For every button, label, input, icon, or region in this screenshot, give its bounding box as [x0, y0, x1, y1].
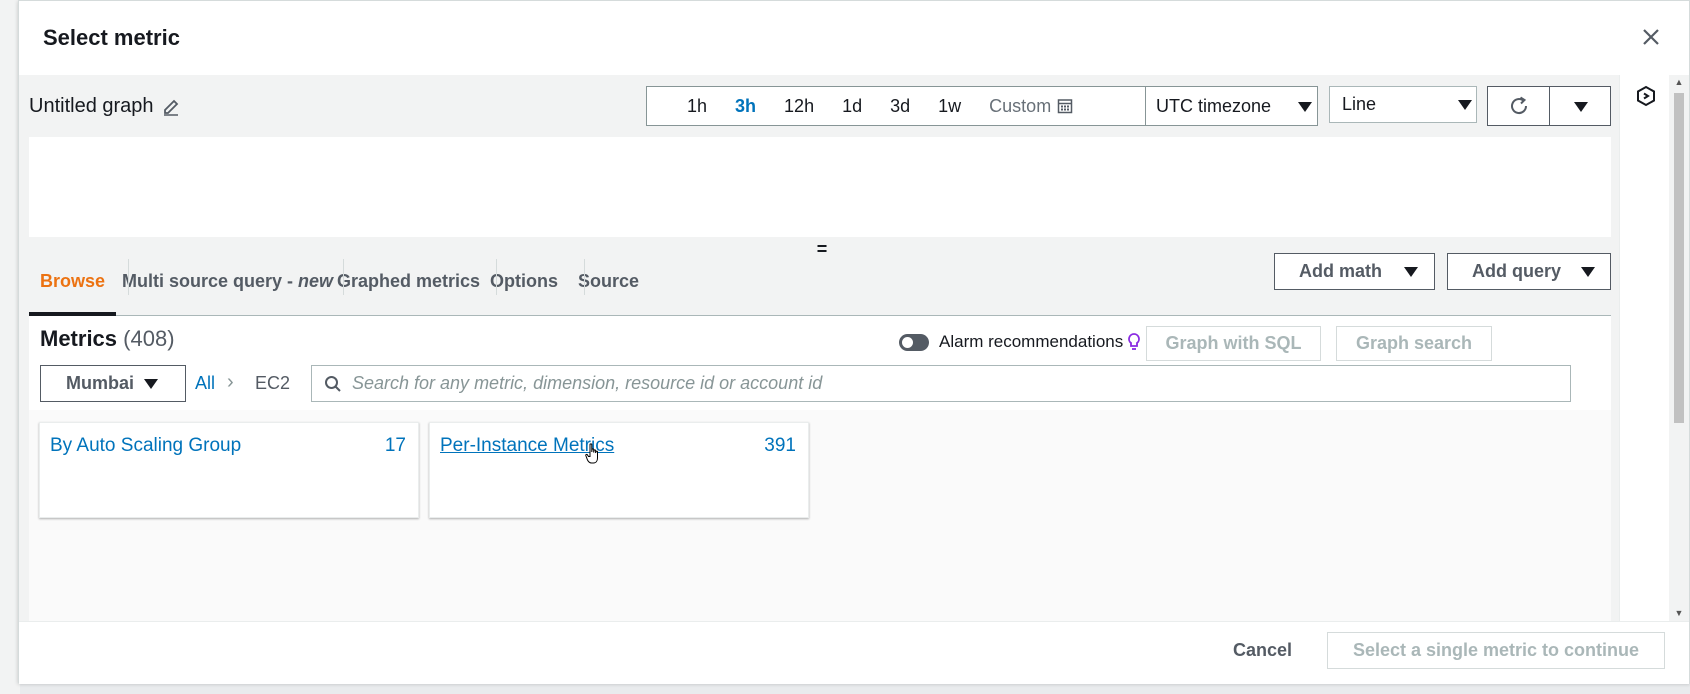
pencil-icon[interactable]	[162, 98, 180, 116]
chart-type-value: Line	[1342, 94, 1377, 114]
graph-title-text: Untitled graph	[29, 95, 154, 117]
tab-browse[interactable]: Browse	[40, 271, 105, 292]
dialog-header: Select metric	[19, 1, 1689, 75]
chevron-down-icon	[144, 379, 158, 389]
add-query-label: Add query	[1472, 261, 1562, 281]
tab-new-badge: new	[298, 271, 334, 291]
continue-button[interactable]: Select a single metric to continue	[1327, 632, 1665, 669]
refresh-button[interactable]	[1487, 86, 1551, 126]
tab-options[interactable]: Options	[490, 271, 558, 292]
metrics-panel: Metrics (408) Alarm recommendations Grap…	[29, 316, 1611, 621]
dialog-title: Select metric	[43, 25, 180, 50]
tab-graphed-metrics[interactable]: Graphed metrics	[337, 271, 480, 292]
region-select[interactable]: Mumbai	[40, 365, 186, 402]
chevron-down-icon	[1458, 100, 1472, 110]
select-metric-dialog: Select metric Untitled graph 1h 3h 12h 1…	[18, 0, 1690, 684]
tab-divider	[584, 259, 585, 295]
card-count: 17	[384, 435, 406, 456]
graph-with-sql-label: Graph with SQL	[1165, 333, 1302, 353]
refresh-icon	[1511, 96, 1528, 115]
refresh-options-button[interactable]	[1549, 86, 1611, 126]
range-1d[interactable]: 1d	[828, 96, 876, 117]
timezone-value: UTC timezone	[1156, 95, 1272, 116]
search-input[interactable]	[352, 373, 1552, 394]
dialog-scrollbar[interactable]: ▲ ▼	[1669, 75, 1689, 621]
time-range-selector: 1h 3h 12h 1d 3d 1w Custom	[646, 86, 1146, 126]
card-count: 391	[764, 435, 796, 456]
close-button[interactable]	[1637, 23, 1665, 51]
tab-multi-source-query[interactable]: Multi source query - new	[122, 271, 333, 292]
range-custom[interactable]: Custom	[975, 96, 1087, 117]
custom-label: Custom	[989, 95, 1052, 116]
calendar-icon	[1057, 99, 1073, 114]
info-hexagon-icon[interactable]	[1635, 85, 1657, 107]
add-query-button[interactable]: Add query	[1447, 253, 1611, 290]
namespace-card[interactable]: By Auto Scaling Group 17	[39, 422, 419, 518]
tab-source[interactable]: Source	[578, 271, 639, 292]
close-icon	[1643, 29, 1659, 45]
chevron-down-icon	[1404, 267, 1418, 277]
range-1w[interactable]: 1w	[924, 96, 975, 117]
range-3h[interactable]: 3h	[721, 96, 770, 117]
chevron-down-icon	[1574, 102, 1588, 112]
dialog-footer: Cancel Select a single metric to continu…	[19, 621, 1689, 684]
alarm-recommendations-toggle[interactable]	[899, 334, 929, 351]
lightbulb-icon[interactable]	[1127, 332, 1141, 352]
breadcrumb-all[interactable]: All	[195, 373, 215, 394]
page-backdrop	[0, 0, 20, 694]
chevron-right-icon: ›	[227, 371, 234, 393]
metrics-title: Metrics	[40, 326, 118, 351]
toggle-knob	[902, 337, 913, 348]
metric-search	[311, 365, 1571, 402]
graph-search-label: Graph search	[1355, 333, 1473, 353]
scroll-down-icon[interactable]: ▼	[1674, 608, 1684, 618]
scroll-up-icon[interactable]: ▲	[1674, 77, 1684, 87]
range-1h[interactable]: 1h	[673, 96, 721, 117]
graph-search-button[interactable]: Graph search	[1336, 326, 1492, 361]
chevron-down-icon	[1298, 102, 1312, 112]
search-icon	[325, 375, 341, 392]
continue-label: Select a single metric to continue	[1352, 640, 1640, 660]
region-value: Mumbai	[66, 373, 135, 393]
graph-with-sql-button[interactable]: Graph with SQL	[1146, 326, 1321, 361]
range-3d[interactable]: 3d	[876, 96, 924, 117]
scroll-thumb[interactable]	[1674, 93, 1684, 423]
graph-canvas	[29, 137, 1611, 237]
chevron-down-icon	[1581, 267, 1595, 277]
graph-title[interactable]: Untitled graph	[29, 95, 180, 118]
help-panel-rail	[1619, 75, 1671, 621]
tab-divider	[343, 259, 344, 295]
timezone-select[interactable]: UTC timezone	[1145, 86, 1318, 126]
namespace-card-list: By Auto Scaling Group 17 Per-Instance Me…	[29, 410, 1611, 621]
add-math-button[interactable]: Add math	[1274, 253, 1435, 290]
tab-multi-source-label: Multi source query -	[122, 271, 294, 291]
card-link-auto-scaling-group[interactable]: By Auto Scaling Group	[50, 435, 241, 457]
tab-divider	[496, 259, 497, 295]
dialog-body: Untitled graph 1h 3h 12h 1d 3d 1w Custom…	[19, 75, 1671, 621]
alarm-recommendations-label: Alarm recommendations	[939, 332, 1124, 351]
alarm-recommendations: Alarm recommendations	[939, 332, 1141, 352]
breadcrumb-ec2: EC2	[255, 373, 291, 393]
tab-divider	[128, 259, 129, 295]
hand-cursor-icon	[585, 443, 598, 464]
cancel-button[interactable]: Cancel	[1233, 640, 1292, 661]
namespace-card[interactable]: Per-Instance Metrics 391	[429, 422, 809, 518]
add-math-label: Add math	[1299, 261, 1382, 281]
metrics-heading: Metrics (408)	[40, 326, 175, 352]
metrics-count: (408)	[123, 326, 175, 351]
range-12h[interactable]: 12h	[770, 96, 828, 117]
chart-type-select[interactable]: Line	[1329, 86, 1477, 123]
